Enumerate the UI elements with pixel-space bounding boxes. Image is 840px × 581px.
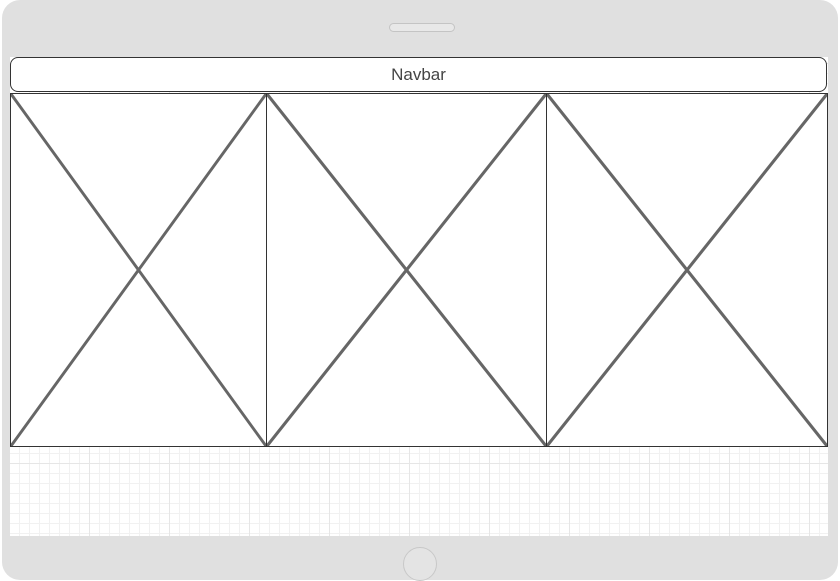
home-button[interactable]: [403, 547, 437, 581]
image-placeholder-cross-icon: [267, 94, 546, 446]
speaker-slot: [389, 23, 455, 32]
image-placeholder-cross-icon: [11, 94, 266, 446]
image-placeholder-2: [266, 93, 547, 447]
image-placeholder-cross-icon: [547, 94, 827, 446]
image-placeholder-1: [10, 93, 267, 447]
navbar[interactable]: Navbar: [10, 57, 827, 92]
image-placeholder-3: [546, 93, 828, 447]
navbar-label: Navbar: [391, 64, 446, 84]
